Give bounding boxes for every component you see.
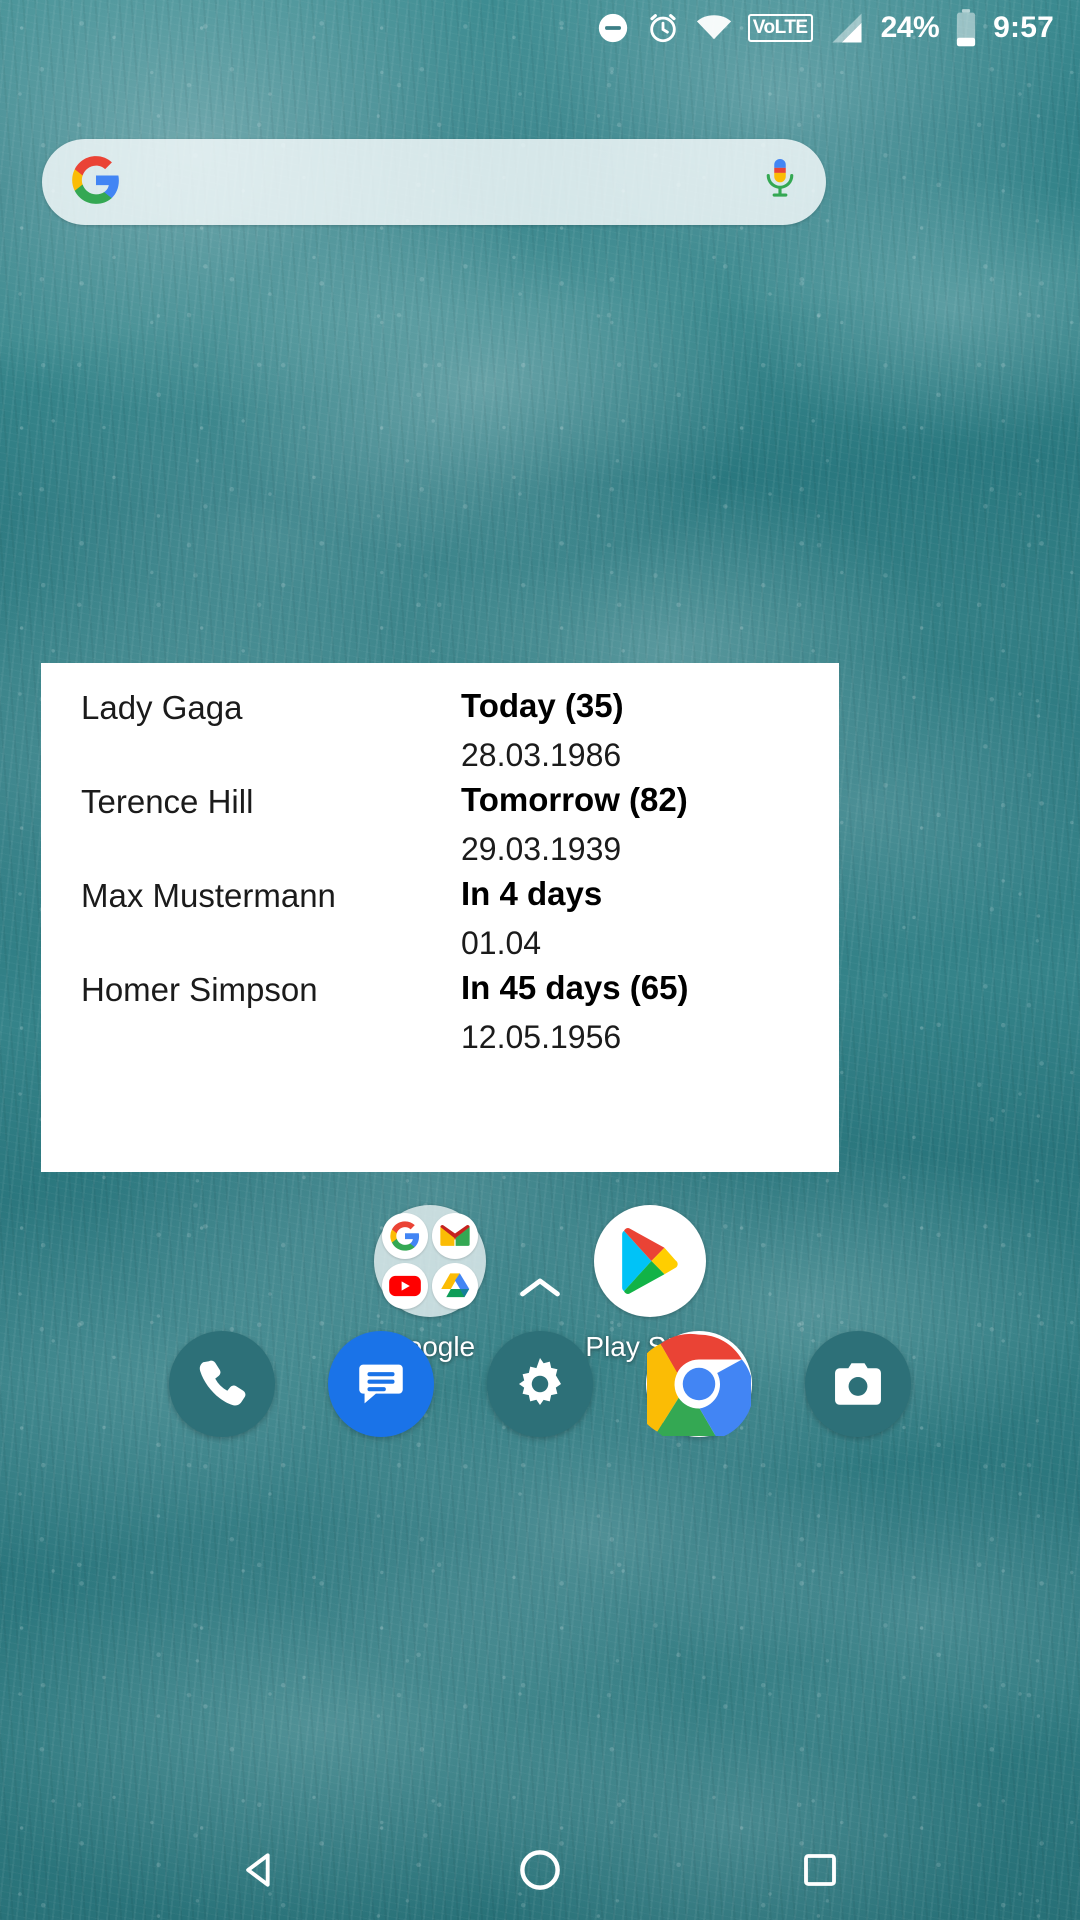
birthday-row[interactable]: Lady Gaga Today (35) 28.03.1986 (61, 689, 801, 783)
battery-percent-label: 24% (880, 11, 940, 44)
chevron-up-icon[interactable] (517, 1275, 563, 1306)
dock-chrome-icon[interactable] (646, 1331, 752, 1437)
app-drawer-handle[interactable] (0, 1275, 1080, 1306)
birthday-date-label: 01.04 (461, 925, 542, 961)
google-search-icon (382, 1213, 428, 1259)
navigation-bar (0, 1824, 1080, 1920)
birthday-list-widget[interactable]: Lady Gaga Today (35) 28.03.1986 Terence … (41, 663, 839, 1172)
nav-home-button[interactable] (485, 1837, 595, 1907)
birthday-date-label: 29.03.1939 (461, 831, 622, 867)
cellular-signal-icon (829, 12, 865, 44)
microphone-icon[interactable] (760, 157, 800, 208)
birthday-row[interactable]: Max Mustermann In 4 days 01.04 (61, 877, 801, 971)
status-bar-clock: 9:57 (993, 11, 1054, 44)
wifi-icon (696, 13, 732, 43)
birthday-person-name: Terence Hill (81, 783, 254, 820)
recents-square-icon (800, 1850, 840, 1895)
dock-camera-icon[interactable] (805, 1331, 911, 1437)
gmail-icon (432, 1213, 478, 1259)
birthday-person-name: Homer Simpson (81, 971, 318, 1008)
dock-messages-icon[interactable] (328, 1331, 434, 1437)
birthday-detail-group: In 45 days (65) 12.05.1956 (461, 971, 801, 1053)
birthday-countdown-label: In 45 days (65) (461, 969, 689, 1006)
back-triangle-icon (239, 1849, 281, 1896)
birthday-detail-group: In 4 days 01.04 (461, 877, 801, 959)
dock (0, 1325, 1080, 1443)
birthday-row[interactable]: Terence Hill Tomorrow (82) 29.03.1939 (61, 783, 801, 877)
volte-icon: VoLTE (747, 14, 813, 42)
birthday-person-name: Max Mustermann (81, 877, 336, 914)
birthday-detail-group: Tomorrow (82) 29.03.1939 (461, 783, 801, 865)
birthday-date-label: 28.03.1986 (461, 737, 622, 773)
birthday-person-name: Lady Gaga (81, 689, 243, 726)
do-not-disturb-icon (596, 11, 630, 45)
birthday-countdown-label: Tomorrow (82) (461, 781, 688, 818)
status-bar: VoLTE 24% 9:57 (0, 0, 1080, 56)
birthday-countdown-label: Today (35) (461, 687, 624, 724)
dock-phone-icon[interactable] (169, 1331, 275, 1437)
home-circle-icon (517, 1847, 563, 1898)
birthday-date-label: 12.05.1956 (461, 1019, 622, 1055)
search-input[interactable] (122, 139, 760, 225)
birthday-countdown-label: In 4 days (461, 875, 603, 912)
battery-low-icon (955, 9, 977, 47)
google-search-bar[interactable] (42, 139, 826, 225)
dock-settings-gear-icon[interactable] (487, 1331, 593, 1437)
nav-recents-button[interactable] (765, 1837, 875, 1907)
birthday-detail-group: Today (35) 28.03.1986 (461, 689, 801, 771)
google-g-icon (70, 154, 122, 211)
nav-back-button[interactable] (205, 1837, 315, 1907)
birthday-row[interactable]: Homer Simpson In 45 days (65) 12.05.1956 (61, 971, 801, 1065)
alarm-clock-icon (646, 11, 680, 45)
